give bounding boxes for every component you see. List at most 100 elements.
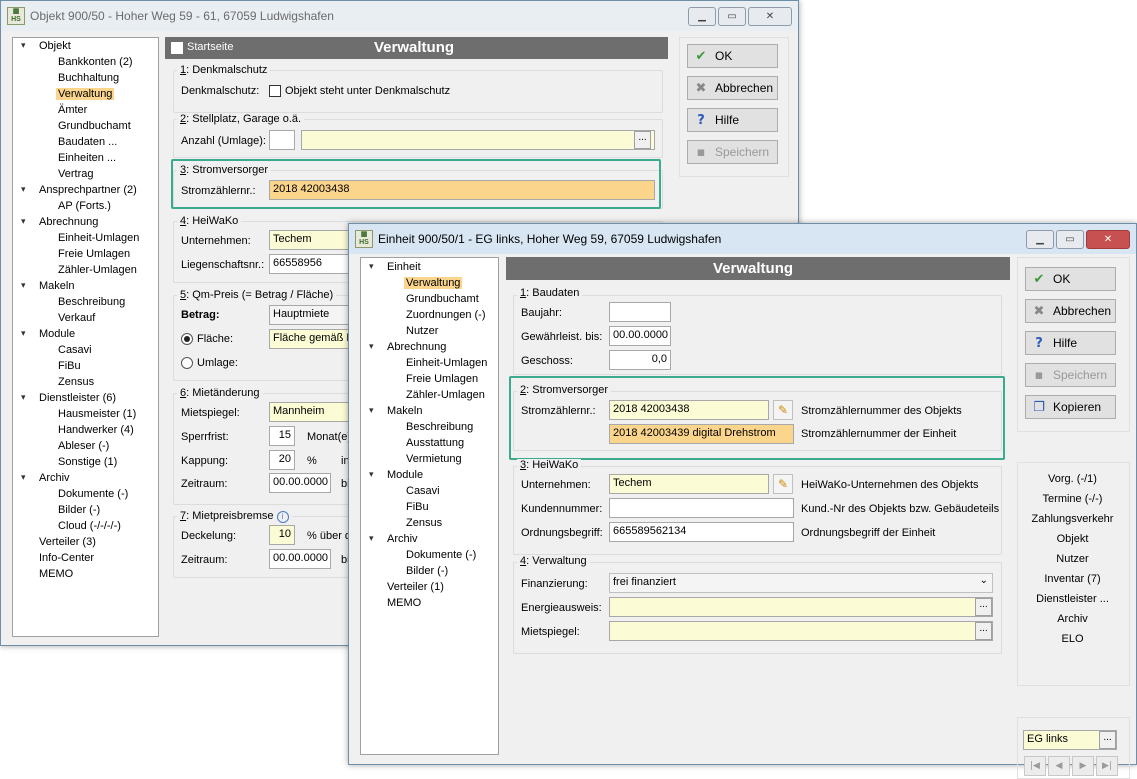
- maximize-button[interactable]: ▭: [718, 7, 746, 26]
- info-icon[interactable]: i: [276, 511, 289, 523]
- tree-item[interactable]: Ansprechpartner (2): [39, 184, 137, 196]
- tree-item[interactable]: Zähler-Umlagen: [58, 264, 137, 276]
- tree-item[interactable]: Info-Center: [39, 552, 94, 564]
- tree-collapse-icon[interactable]: ▾: [21, 185, 26, 195]
- record-selector-lookup-button[interactable]: ...: [1099, 731, 1116, 749]
- stellplatz-lookup-input[interactable]: [301, 130, 655, 150]
- baujahr-input[interactable]: [609, 302, 671, 322]
- mietspiegel-lookup-button[interactable]: ...: [975, 622, 992, 640]
- tree-item[interactable]: Zähler-Umlagen: [406, 389, 485, 401]
- tree-item[interactable]: Casavi: [406, 485, 440, 497]
- tree-item[interactable]: Abrechnung: [39, 216, 98, 228]
- quick-link[interactable]: Nutzer: [1017, 553, 1128, 565]
- tree-item[interactable]: Vertrag: [58, 168, 93, 180]
- tree-collapse-icon[interactable]: ▾: [21, 217, 26, 227]
- tree-item[interactable]: Verteiler (1): [387, 581, 444, 593]
- tree-item[interactable]: Cloud (-/-/-/-): [58, 520, 121, 532]
- tree-item[interactable]: Casavi: [58, 344, 92, 356]
- tree-item[interactable]: Dokumente (-): [58, 488, 128, 500]
- tree-item[interactable]: Module: [39, 328, 75, 340]
- hilfe-button[interactable]: ? Hilfe: [1025, 331, 1116, 355]
- last-record-button[interactable]: ▶|: [1096, 756, 1118, 776]
- maximize-button[interactable]: ▭: [1056, 230, 1084, 249]
- quick-link[interactable]: Objekt: [1017, 533, 1128, 545]
- kundennummer-input[interactable]: [609, 498, 794, 518]
- mietspiegel-input[interactable]: [609, 621, 993, 641]
- tree-item[interactable]: Zensus: [58, 376, 94, 388]
- tree-item[interactable]: Einheiten ...: [58, 152, 116, 164]
- tree-item[interactable]: Grundbuchamt: [58, 120, 131, 132]
- zeitraum2-input[interactable]: 00.00.0000: [269, 549, 331, 569]
- tree-item[interactable]: Freie Umlagen: [58, 248, 130, 260]
- tree-item[interactable]: Vermietung: [406, 453, 462, 465]
- ok-button[interactable]: ✔ OK: [687, 44, 778, 68]
- object-window-titlebar[interactable]: ▦ HS Objekt 900/50 - Hoher Weg 59 - 61, 6…: [1, 1, 798, 31]
- tree-item[interactable]: Handwerker (4): [58, 424, 134, 436]
- tree-item[interactable]: Module: [387, 469, 423, 481]
- umlage-radio[interactable]: [181, 357, 193, 369]
- tree-item[interactable]: Dienstleister (6): [39, 392, 116, 404]
- tree-item[interactable]: Bankkonten (2): [58, 56, 133, 68]
- sperrfrist-input[interactable]: 15: [269, 426, 295, 446]
- tree-item[interactable]: Ämter: [58, 104, 87, 116]
- tree-item[interactable]: Archiv: [39, 472, 70, 484]
- next-record-button[interactable]: ▶: [1072, 756, 1094, 776]
- anzahl-input[interactable]: [269, 130, 295, 150]
- tree-item[interactable]: FiBu: [406, 501, 429, 513]
- stellplatz-lookup-button[interactable]: ...: [634, 131, 651, 149]
- tree-collapse-icon[interactable]: ▾: [21, 281, 26, 291]
- tree-item[interactable]: Nutzer: [406, 325, 438, 337]
- tree-collapse-icon[interactable]: ▾: [21, 393, 26, 403]
- tree-item[interactable]: Buchhaltung: [58, 72, 119, 84]
- close-button[interactable]: ✕: [1086, 230, 1130, 249]
- kopieren-button[interactable]: ❐ Kopieren: [1025, 395, 1116, 419]
- quick-link[interactable]: Archiv: [1017, 613, 1128, 625]
- gewaehrleistung-input[interactable]: 00.00.0000: [609, 326, 671, 346]
- tree-item[interactable]: Objekt: [39, 40, 71, 52]
- tree-item[interactable]: Einheit-Umlagen: [406, 357, 487, 369]
- ordnungsbegriff-input[interactable]: 665589562134: [609, 522, 794, 542]
- finanzierung-select[interactable]: frei finanziert ⌄: [609, 573, 993, 593]
- prev-record-button[interactable]: ◀: [1048, 756, 1070, 776]
- energieausweis-input[interactable]: [609, 597, 993, 617]
- tree-item[interactable]: FiBu: [58, 360, 81, 372]
- tree-collapse-icon[interactable]: ▾: [21, 473, 26, 483]
- tree-item[interactable]: Verteiler (3): [39, 536, 96, 548]
- tree-item[interactable]: Baudaten ...: [58, 136, 117, 148]
- denkmalschutz-checkbox[interactable]: [269, 85, 281, 97]
- tree-item[interactable]: Einheit: [387, 261, 421, 273]
- quick-link[interactable]: Vorg. (-/1): [1017, 473, 1128, 485]
- tree-item[interactable]: Verwaltung: [404, 277, 463, 289]
- quick-link[interactable]: Dienstleister ...: [1017, 593, 1128, 605]
- tree-item[interactable]: AP (Forts.): [58, 200, 111, 212]
- abbrechen-button[interactable]: ✖ Abbrechen: [1025, 299, 1116, 323]
- tree-item[interactable]: Hausmeister (1): [58, 408, 136, 420]
- tree-item[interactable]: Zensus: [406, 517, 442, 529]
- deckelung-input[interactable]: 10: [269, 525, 295, 545]
- tree-item[interactable]: MEMO: [387, 597, 421, 609]
- close-button[interactable]: ✕: [748, 7, 792, 26]
- tree-item[interactable]: Ausstattung: [406, 437, 464, 449]
- unternehmen-input[interactable]: Techem: [609, 474, 769, 494]
- ok-button[interactable]: ✔ OK: [1025, 267, 1116, 291]
- tree-collapse-icon[interactable]: ▾: [369, 342, 374, 352]
- tree-item[interactable]: Dokumente (-): [406, 549, 476, 561]
- tree-item[interactable]: Makeln: [387, 405, 422, 417]
- minimize-button[interactable]: ▁: [1026, 230, 1054, 249]
- tree-collapse-icon[interactable]: ▾: [369, 406, 374, 416]
- tree-item[interactable]: Bilder (-): [58, 504, 100, 516]
- tree-item[interactable]: Zuordnungen (-): [406, 309, 486, 321]
- zeitraum-input[interactable]: 00.00.0000: [269, 473, 331, 493]
- tree-collapse-icon[interactable]: ▾: [369, 470, 374, 480]
- tree-collapse-icon[interactable]: ▾: [369, 262, 374, 272]
- tree-item[interactable]: Verwaltung: [56, 88, 115, 100]
- minimize-button[interactable]: ▁: [688, 7, 716, 26]
- tree-item[interactable]: Beschreibung: [58, 296, 125, 308]
- tree-collapse-icon[interactable]: ▾: [369, 534, 374, 544]
- tree-item[interactable]: Grundbuchamt: [406, 293, 479, 305]
- quick-link[interactable]: Inventar (7): [1017, 573, 1128, 585]
- tree-item[interactable]: Einheit-Umlagen: [58, 232, 139, 244]
- tree-item[interactable]: Sonstige (1): [58, 456, 117, 468]
- tree-item[interactable]: Makeln: [39, 280, 74, 292]
- speichern-button[interactable]: ▪ Speichern: [1025, 363, 1116, 387]
